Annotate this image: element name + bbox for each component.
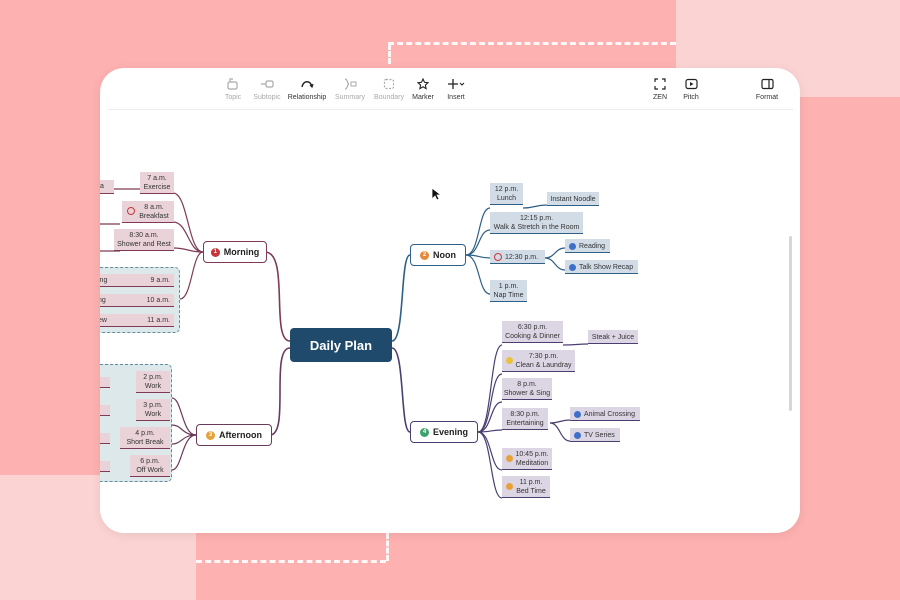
- app-window: Topic Subtopic Relationship Summary Boun…: [100, 68, 800, 533]
- afternoon-stub-4: [100, 461, 110, 472]
- dashed-frame-right: [386, 533, 389, 561]
- afternoon-item-3pm[interactable]: 3 p.m. Work: [136, 399, 170, 421]
- mouse-cursor-icon: [431, 187, 441, 201]
- question-icon: [569, 242, 576, 250]
- priority-marker-icon: [127, 207, 135, 216]
- central-topic[interactable]: Daily Plan: [290, 328, 392, 362]
- morning-item-breakfast[interactable]: 8 a.m. Breakfast: [122, 201, 174, 223]
- connector-lines: [100, 188, 589, 499]
- evening-item-entertaining[interactable]: 8:30 p.m. Entertaining: [502, 408, 548, 430]
- dashed-frame-top: [388, 42, 676, 45]
- noon-item-reading[interactable]: Reading: [565, 239, 610, 253]
- afternoon-item-6pm[interactable]: 6 p.m. Off Work: [130, 455, 170, 477]
- noon-item-1230[interactable]: 12:30 p.m.: [490, 250, 545, 264]
- morning-item-shower[interactable]: 8:30 a.m. Shower and Rest: [114, 229, 174, 251]
- question-icon: [574, 410, 581, 418]
- afternoon-stub-3: [100, 433, 110, 444]
- evening-item-animal-crossing[interactable]: Animal Crossing: [570, 407, 640, 421]
- task-label: Exercise: [143, 184, 171, 191]
- topic-noon-label: Noon: [433, 250, 456, 260]
- dashed-frame-bottom: [196, 560, 386, 563]
- emoji-icon: [506, 455, 513, 462]
- priority-2-icon: 2: [420, 250, 429, 260]
- evening-item-tv-series[interactable]: TV Series: [570, 428, 620, 442]
- time-label: 7 a.m.: [147, 175, 167, 182]
- question-icon: [569, 263, 576, 271]
- topic-noon[interactable]: 2 Noon: [410, 244, 466, 266]
- topic-evening-label: Evening: [432, 427, 468, 437]
- question-icon: [574, 431, 581, 439]
- topic-morning-label: Morning: [223, 247, 260, 257]
- topic-afternoon-label: Afternoon: [219, 430, 262, 440]
- topic-evening[interactable]: 4 Evening: [410, 421, 478, 443]
- evening-item-steak[interactable]: Steak + Juice: [588, 330, 638, 344]
- afternoon-item-2pm[interactable]: 2 p.m. Work: [136, 371, 170, 393]
- evening-item-clean[interactable]: 7:30 p.m. Clean & Laundray: [502, 350, 575, 372]
- priority-3-icon: 3: [206, 430, 215, 440]
- evening-item-meditation[interactable]: 10:45 p.m. Meditation: [502, 448, 552, 470]
- noon-item-nap[interactable]: 1 p.m. Nap Time: [490, 280, 527, 302]
- evening-item-shower[interactable]: 8 p.m. Shower & Sing: [502, 378, 552, 400]
- dashed-frame: [388, 44, 391, 64]
- evening-item-bedtime[interactable]: 11 p.m. Bed Time: [502, 476, 550, 498]
- emoji-icon: [506, 357, 513, 364]
- topic-morning[interactable]: 1 Morning: [203, 241, 267, 263]
- time-label: 8:30 a.m.: [129, 232, 159, 239]
- noon-item-walk[interactable]: 12:15 p.m. Walk & Stretch in the Room: [490, 212, 583, 234]
- noon-item-lunch[interactable]: 12 p.m. Lunch: [490, 183, 523, 205]
- morning-item-exercise[interactable]: 7 a.m. Exercise: [140, 172, 174, 194]
- afternoon-stub-2: [100, 405, 110, 416]
- noon-item-talk-show[interactable]: Talk Show Recap: [565, 260, 638, 274]
- morning-item-10am[interactable]: ng10 a.m.: [100, 294, 174, 307]
- priority-1-icon: 1: [210, 247, 220, 257]
- emoji-icon: [506, 483, 513, 490]
- afternoon-item-4pm[interactable]: 4 p.m. Short Break: [120, 427, 170, 449]
- evening-item-cooking[interactable]: 6:30 p.m. Cooking & Dinner: [502, 321, 563, 343]
- topic-afternoon[interactable]: 3 Afternoon: [196, 424, 272, 446]
- afternoon-stub-1: [100, 377, 110, 388]
- priority-marker-icon: [494, 253, 502, 262]
- morning-fragment[interactable]: a: [100, 180, 114, 194]
- task-label: Shower and Rest: [117, 241, 171, 248]
- priority-4-icon: 4: [419, 427, 429, 437]
- noon-item-instant-noodle[interactable]: Instant Noodle: [547, 192, 599, 206]
- morning-item-11am[interactable]: ew11 a.m.: [100, 314, 174, 327]
- morning-item-9am[interactable]: ing9 a.m.: [100, 274, 174, 287]
